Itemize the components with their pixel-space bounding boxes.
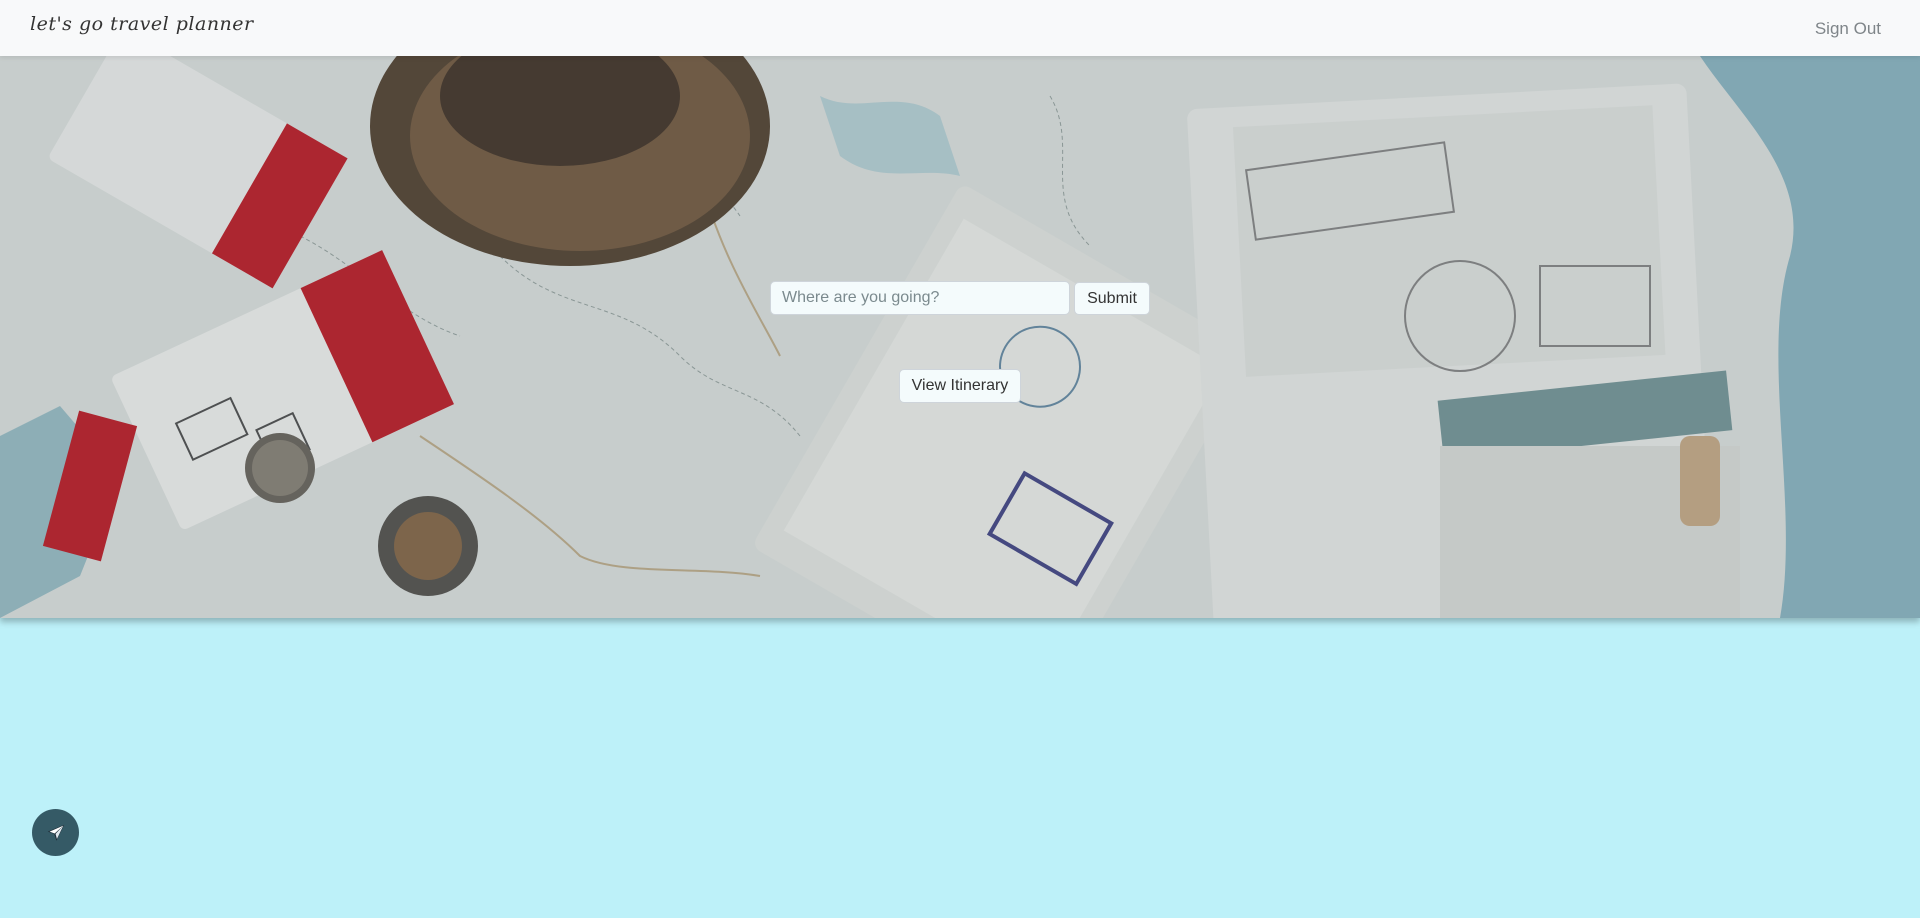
view-itinerary-button[interactable]: View Itinerary xyxy=(899,369,1021,403)
hero-banner: Submit View Itinerary xyxy=(0,56,1920,618)
airplane-icon xyxy=(47,824,64,841)
sign-out-link[interactable]: Sign Out xyxy=(1815,19,1881,39)
submit-button[interactable]: Submit xyxy=(1074,282,1150,315)
airplane-fab-button[interactable] xyxy=(32,809,79,856)
hero-background-image xyxy=(0,56,1920,618)
brand-logo-text[interactable]: let's go travel planner xyxy=(30,13,254,35)
destination-search-input[interactable] xyxy=(770,281,1070,315)
navbar: let's go travel planner Sign Out xyxy=(0,0,1920,56)
